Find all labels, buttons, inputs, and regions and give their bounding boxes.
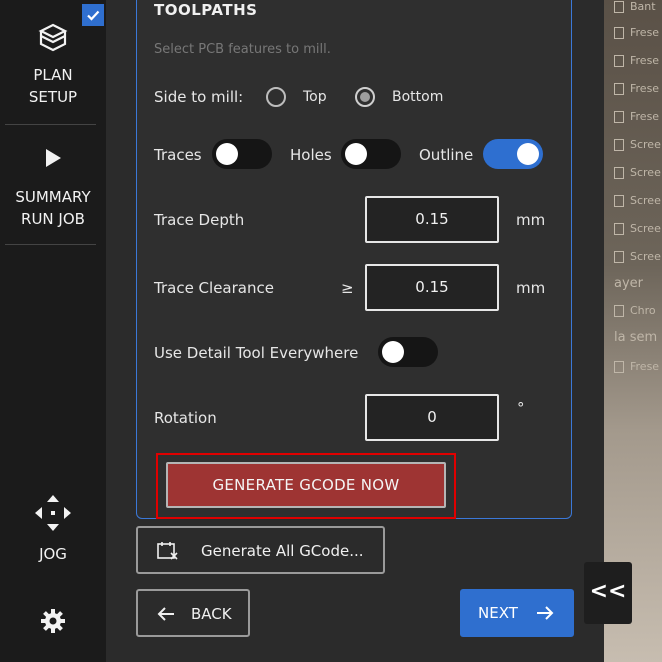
radio-bottom-label: Bottom [392,89,444,105]
holes-label: Holes [290,146,332,164]
generate-gcode-now-button[interactable]: GENERATE GCODE NOW [166,462,446,508]
traces-label: Traces [154,146,202,164]
play-icon [46,149,61,167]
background-list-item: Scree [614,250,661,263]
holes-toggle[interactable] [341,139,401,169]
next-button[interactable]: NEXT [460,589,574,637]
generate-all-label: Generate All GCode... [201,542,364,560]
trace-clearance-input[interactable]: 0.15 [365,264,499,311]
settings-button[interactable] [0,607,106,635]
rotation-label: Rotation [154,409,217,427]
detail-tool-toggle[interactable] [378,337,438,367]
background-list-item: Frese [614,82,659,95]
back-label: BACK [191,605,232,623]
radio-top[interactable] [266,87,286,107]
outline-toggle[interactable] [483,139,543,169]
collapse-panel-button[interactable]: << [584,562,632,624]
sidebar-item-jog[interactable]: JOG [0,493,106,565]
sidebar-divider [5,124,96,125]
back-button[interactable]: BACK [136,589,250,637]
main-panel: TOOLPATHS Select PCB features to mill. S… [106,0,604,662]
gear-icon [41,609,65,633]
background-list-item: Scree [614,166,661,179]
move-arrows-icon [35,495,71,531]
plan-setup-label-1: PLAN [33,66,73,84]
generate-all-gcode-button[interactable]: Generate All GCode... [136,526,385,574]
gte-symbol: ≥ [341,279,354,297]
radio-top-label: Top [303,89,327,105]
rotation-input[interactable]: 0 [365,394,499,441]
summary-label-2: RUN JOB [21,210,85,228]
trace-depth-input[interactable]: 0.15 [365,196,499,243]
sidebar-item-summary-run-job[interactable]: SUMMARY RUN JOB [0,147,106,230]
sidebar-divider [5,244,96,245]
trace-clearance-unit: mm [516,279,546,297]
jog-label: JOG [39,545,67,563]
background-list-item: Frese [614,54,659,67]
background-list-item: la sem [614,330,658,345]
background-list-item: Bant [614,0,656,13]
background-list-item: Frese [614,360,659,373]
arrow-right-icon [537,606,554,620]
summary-label-1: SUMMARY [15,188,91,206]
rotation-unit: ° [517,399,525,417]
detail-tool-label: Use Detail Tool Everywhere [154,344,359,362]
next-label: NEXT [478,604,518,622]
outline-label: Outline [419,146,474,164]
background-list-item: Scree [614,194,661,207]
background-list-item: Frese [614,110,659,123]
cube-icon [38,23,68,52]
background-list-item: Frese [614,26,659,39]
sidebar-item-plan-setup[interactable]: PLAN SETUP [0,22,106,108]
sidebar: PLAN SETUP SUMMARY RUN JOB JOG [0,0,106,662]
background-list-item: Scree [614,138,661,151]
background-list-item: ayer [614,276,644,291]
toolpaths-title: TOOLPATHS [154,1,258,19]
traces-toggle[interactable] [212,139,272,169]
trace-clearance-label: Trace Clearance [154,279,274,297]
radio-bottom[interactable] [355,87,375,107]
background-list-item: Chro [614,304,656,317]
toolpaths-subtitle: Select PCB features to mill. [154,42,331,57]
background-list-item: Scree [614,222,661,235]
toolpaths-panel: TOOLPATHS Select PCB features to mill. S… [136,0,572,519]
calendar-close-icon [157,542,178,560]
plan-setup-label-2: SETUP [28,88,78,106]
side-to-mill-label: Side to mill: [154,88,244,106]
trace-depth-unit: mm [516,211,546,229]
arrow-left-icon [157,607,174,621]
trace-depth-label: Trace Depth [154,211,245,229]
